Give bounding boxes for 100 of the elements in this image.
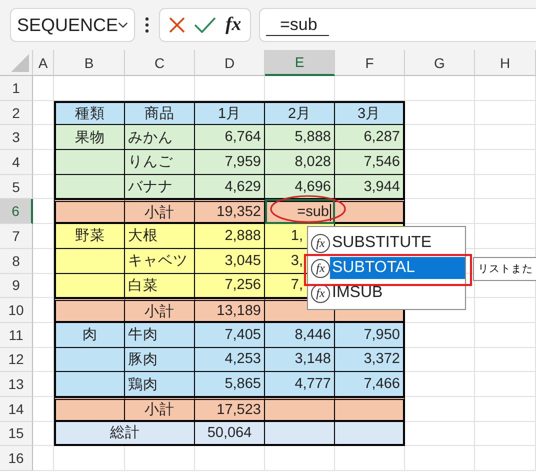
table-cell: 鶏肉 bbox=[125, 372, 195, 397]
table-cell: 総計 bbox=[54, 422, 195, 446]
row-header[interactable]: 13 bbox=[0, 372, 33, 397]
table-cell: 2,888 bbox=[195, 224, 265, 249]
table-cell bbox=[265, 422, 335, 446]
column-heading: 3月 bbox=[335, 100, 405, 126]
row-header[interactable]: 8 bbox=[0, 248, 33, 274]
chevron-down-icon bbox=[118, 21, 128, 29]
row-header[interactable]: 1 bbox=[0, 76, 33, 101]
editing-cell: =sub bbox=[265, 199, 335, 224]
table-cell: 7,405 bbox=[195, 322, 265, 348]
sheet-cell bbox=[475, 348, 536, 372]
table-cell: 肉 bbox=[54, 322, 125, 348]
column-heading: 商品 bbox=[125, 100, 195, 126]
table-cell: 4,777 bbox=[265, 372, 335, 397]
row-header[interactable]: 10 bbox=[0, 298, 33, 323]
row-header[interactable]: 15 bbox=[0, 422, 33, 446]
sheet-cell bbox=[335, 446, 405, 471]
sheet-cell bbox=[475, 76, 536, 101]
sheet-cell bbox=[405, 100, 475, 126]
table-cell: 小計 bbox=[125, 396, 195, 422]
table-cell: 7,466 bbox=[335, 372, 405, 397]
row-header[interactable]: 2 bbox=[0, 100, 33, 126]
table-cell: みかん bbox=[125, 125, 195, 150]
row-header[interactable]: 11 bbox=[0, 322, 33, 348]
column-header[interactable]: A bbox=[33, 50, 54, 76]
insert-function-button[interactable]: fx bbox=[225, 14, 242, 36]
table-cell: 13,189 bbox=[195, 298, 265, 323]
table-cell: 4,696 bbox=[265, 174, 335, 200]
column-header[interactable]: E bbox=[265, 50, 335, 76]
column-header[interactable]: F bbox=[335, 50, 405, 76]
sheet-cell bbox=[405, 199, 475, 224]
table-cell: 豚肉 bbox=[125, 348, 195, 372]
row-header[interactable]: 4 bbox=[0, 150, 33, 175]
sheet-cell bbox=[405, 446, 475, 471]
sheet-cell bbox=[475, 100, 536, 126]
function-icon: fx bbox=[311, 284, 330, 302]
column-header[interactable]: G bbox=[405, 50, 475, 76]
sheet-cell bbox=[33, 446, 54, 471]
table-cell: 3,944 bbox=[335, 174, 405, 200]
table-cell: 5,865 bbox=[195, 372, 265, 397]
sheet-cell bbox=[405, 348, 475, 372]
row-header[interactable]: 16 bbox=[0, 446, 33, 471]
table-cell: 牛肉 bbox=[125, 322, 195, 348]
row-header[interactable]: 7 bbox=[0, 224, 33, 249]
cancel-icon[interactable] bbox=[168, 17, 185, 33]
row-header[interactable]: 12 bbox=[0, 348, 33, 372]
row-header[interactable]: 6 bbox=[0, 199, 33, 224]
formula-field[interactable]: =sub bbox=[259, 8, 536, 42]
table-cell bbox=[335, 396, 405, 422]
sheet-cell bbox=[405, 396, 475, 422]
table-cell: キャベツ bbox=[125, 248, 195, 274]
sheet-cell bbox=[54, 446, 125, 471]
table-cell bbox=[335, 422, 405, 446]
column-heading: 2月 bbox=[265, 100, 335, 126]
table-cell bbox=[265, 396, 335, 422]
sheet-cell bbox=[195, 446, 265, 471]
sheet-cell bbox=[405, 322, 475, 348]
row-header[interactable]: 5 bbox=[0, 174, 33, 200]
table-cell: 8,446 bbox=[265, 322, 335, 348]
table-cell: 果物 bbox=[54, 125, 125, 150]
table-cell: 6,287 bbox=[335, 125, 405, 150]
table-cell: 4,629 bbox=[195, 174, 265, 200]
name-box[interactable]: SEQUENCE bbox=[10, 8, 135, 42]
table-cell: 7,959 bbox=[195, 150, 265, 175]
table-cell: 17,523 bbox=[195, 396, 265, 422]
column-header[interactable]: B bbox=[54, 50, 125, 76]
table-cell: 小計 bbox=[125, 298, 195, 323]
column-header[interactable]: D bbox=[195, 50, 265, 76]
sheet-cell bbox=[475, 446, 536, 471]
sheet-cell bbox=[405, 150, 475, 175]
sheet-cell bbox=[405, 372, 475, 397]
table-cell: 7,950 bbox=[335, 322, 405, 348]
sheet-cell bbox=[405, 422, 475, 446]
tooltip: リストまた bbox=[473, 257, 536, 281]
sheet-cell bbox=[475, 174, 536, 200]
row-header[interactable]: 3 bbox=[0, 125, 33, 150]
table-cell: バナナ bbox=[125, 174, 195, 200]
column-heading: 1月 bbox=[195, 100, 265, 126]
table-cell: 7,256 bbox=[195, 274, 265, 298]
sheet-cell bbox=[475, 199, 536, 224]
row-header[interactable]: 9 bbox=[0, 274, 33, 298]
sheet-cell bbox=[475, 372, 536, 397]
table-cell: 野菜 bbox=[54, 224, 125, 249]
function-icon: fx bbox=[311, 234, 330, 252]
table-cell bbox=[335, 199, 405, 224]
check-icon[interactable] bbox=[194, 17, 216, 33]
table-cell: 19,352 bbox=[195, 199, 265, 224]
table-cell: 3,372 bbox=[335, 348, 405, 372]
table-cell: 3,148 bbox=[265, 348, 335, 372]
sheet-cell bbox=[405, 125, 475, 150]
row-header[interactable]: 14 bbox=[0, 396, 33, 422]
more-options-icon[interactable] bbox=[145, 17, 149, 33]
column-header[interactable]: H bbox=[475, 50, 536, 76]
sheet-cell bbox=[475, 125, 536, 150]
column-header[interactable]: C bbox=[125, 50, 195, 76]
sheet-cell bbox=[475, 150, 536, 175]
sheet-cell bbox=[475, 298, 536, 323]
sheet-cell bbox=[475, 396, 536, 422]
table-cell: 8,028 bbox=[265, 150, 335, 175]
